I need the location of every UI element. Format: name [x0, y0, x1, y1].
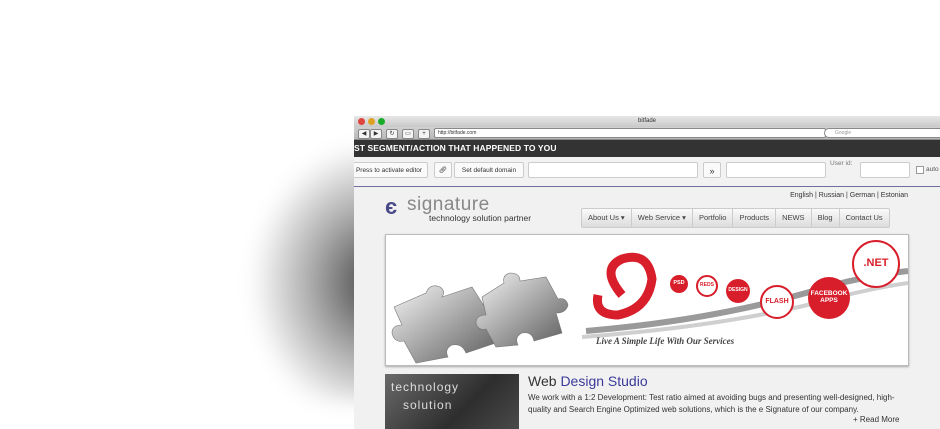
activate-editor-button[interactable]: Press to activate editor [354, 162, 428, 178]
main-menu: About Us ▾ Web Service ▾ Portfolio Produ… [581, 208, 890, 228]
logo-tagline: technology solution partner [429, 213, 532, 223]
technology-thumbnail[interactable]: technology solution [385, 374, 519, 429]
bubble-psd: PSD [670, 275, 688, 293]
window-title: bitfade [637, 118, 656, 124]
menu-item-portfolio[interactable]: Portfolio [693, 209, 734, 227]
browser-toolbar: ◀ ▶ ↻ ▭ + http://bitfade.com Google [354, 127, 940, 140]
user-id-input[interactable] [860, 162, 910, 178]
logo-mark-icon: є [385, 194, 398, 219]
go-button[interactable]: » [703, 162, 721, 178]
forward-icon[interactable]: ▶ [370, 129, 382, 139]
add-tab-icon[interactable]: + [418, 129, 430, 139]
menu-item-contact[interactable]: Contact Us [840, 209, 889, 227]
puzzle-pieces-icon [391, 272, 569, 364]
banner-slogan: Live A Simple Life With Our Services [596, 336, 735, 346]
bubble-facebook-apps: FACEBOOK APPS [808, 277, 850, 319]
language-switcher[interactable]: English | Russian | German | Estonian [790, 192, 908, 199]
thumb-word-technology: technology [391, 380, 460, 394]
back-icon[interactable]: ◀ [358, 129, 370, 139]
link-icon[interactable]: 🔗︎ [434, 162, 452, 178]
website-content: English | Russian | German | Estonian є … [385, 187, 910, 429]
section-title-plain: Web [528, 373, 561, 389]
bubble-reds: REDS [696, 275, 718, 297]
segment-bar: ST SEGMENT/ACTION THAT HAPPENED TO YOU [354, 140, 940, 157]
bubble-dotnet: .NET [852, 240, 900, 288]
menu-item-news[interactable]: NEWS [776, 209, 812, 227]
site-logo[interactable]: є signature technology solution partner [385, 194, 585, 227]
reload-icon[interactable]: ↻ [386, 129, 398, 139]
bubble-flash: FLASH [760, 285, 794, 319]
read-more-link[interactable]: + Read More [853, 415, 899, 424]
domain-input[interactable] [528, 162, 698, 178]
menu-item-products[interactable]: Products [733, 209, 777, 227]
auto-checkbox[interactable] [916, 166, 924, 174]
editor-toolbar: Press to activate editor 🔗︎ Set default … [354, 157, 940, 188]
title-bar: bitfade [354, 116, 940, 127]
user-id-label: User id: [830, 160, 853, 167]
section-text: We work with a 1:2 Development: Test rat… [528, 393, 895, 414]
menu-item-about[interactable]: About Us ▾ [582, 209, 632, 227]
auto-label: auto [926, 166, 939, 173]
section-title-accent: Design Studio [560, 373, 648, 389]
set-default-domain-button[interactable]: Set default domain [454, 162, 524, 178]
browser-window: bitfade ◀ ▶ ↻ ▭ + http://bitfade.com Goo… [354, 116, 940, 429]
section-title: Web Design Studio [528, 373, 648, 389]
website-viewport: English | Russian | German | Estonian є … [354, 187, 940, 429]
bubble-design: DESIGN [726, 279, 750, 303]
bookmark-icon[interactable]: ▭ [402, 129, 414, 139]
menu-item-web-service[interactable]: Web Service ▾ [632, 209, 693, 227]
search-input[interactable]: Google [824, 128, 940, 138]
url-input[interactable]: http://bitfade.com [434, 128, 826, 138]
hero-banner[interactable]: PSD REDS DESIGN FLASH FACEBOOK APPS .NET… [385, 234, 909, 366]
menu-item-blog[interactable]: Blog [812, 209, 840, 227]
thumb-word-solution: solution [403, 398, 453, 412]
swoosh-logo-icon [592, 252, 657, 320]
segment-input[interactable] [726, 162, 826, 178]
